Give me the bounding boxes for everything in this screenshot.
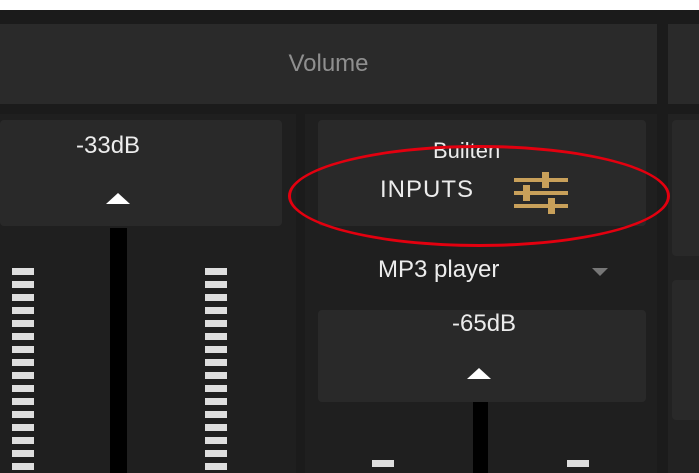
channel-mid-fader-track[interactable] [473, 402, 488, 473]
sliders-icon[interactable] [510, 170, 570, 216]
channel-mid-level: -65dB [452, 310, 517, 337]
volume-header: Volume [0, 24, 657, 104]
source-select[interactable]: MP3 player [378, 256, 499, 284]
channel-mid-header [318, 120, 646, 226]
channel-right-header [672, 120, 699, 256]
inputs-button[interactable]: INPUTS [380, 176, 474, 204]
header-right-panel [668, 24, 699, 104]
channel-mid-expand-arrow[interactable] [467, 368, 491, 379]
channel-mid-title: Builten [433, 138, 501, 163]
channel-right-card [672, 280, 699, 420]
channel-left-level: -33dB [76, 132, 141, 159]
channel-left-meter-left [12, 268, 34, 473]
page-title: Volume [288, 50, 369, 77]
channel-mid-meter-right [567, 460, 589, 473]
channel-left-expand-arrow[interactable] [106, 193, 130, 204]
channel-left-fader-track[interactable] [110, 228, 127, 473]
mixer-app: Volume -33dB Builten INPUTS MP3 player -… [0, 10, 699, 473]
channel-left-meter-right [205, 268, 227, 473]
chevron-down-icon[interactable] [592, 268, 608, 276]
channel-mid-meter-left [372, 460, 394, 473]
channel-left-header [0, 120, 282, 226]
